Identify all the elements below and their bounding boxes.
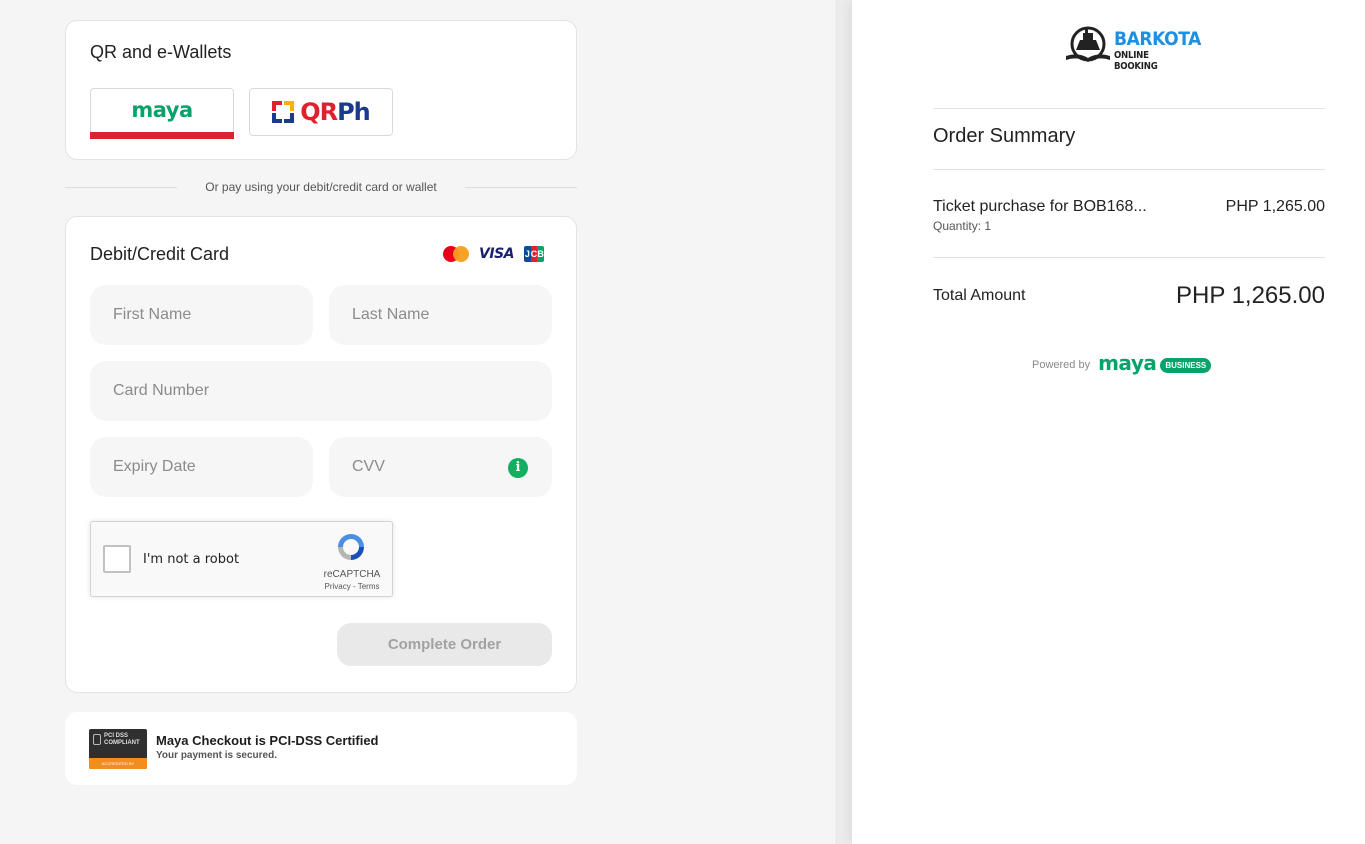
first-name-input[interactable] [90, 285, 313, 345]
recaptcha-icon [338, 534, 364, 560]
cvv-info-icon[interactable]: i [508, 458, 528, 478]
line-item-name: Ticket purchase for BOB168... [933, 198, 1147, 215]
recaptcha-links[interactable]: Privacy - Terms [319, 582, 385, 591]
barkota-logo: BARKOTA ONLINE BOOKING [1066, 26, 1201, 72]
order-summary-title: Order Summary [933, 125, 1076, 147]
wallets-title: QR and e-Wallets [90, 42, 232, 62]
qrph-button[interactable]: QRPh [249, 88, 393, 136]
total-label: Total Amount [933, 287, 1026, 304]
pci-card: PCI DSS COMPLIANT ACCREDITED BY CONTROLC… [65, 712, 577, 785]
barkota-name: BARKOTA [1114, 28, 1201, 50]
or-divider-text: Or pay using your debit/credit card or w… [205, 180, 437, 194]
line-item-quantity: Quantity: 1 [933, 219, 992, 233]
barkota-tagline: ONLINE BOOKING [1114, 50, 1158, 72]
business-badge: BUSINESS [1160, 357, 1212, 373]
visa-icon: VISA [479, 246, 514, 262]
recaptcha-brand: reCAPTCHA [323, 569, 381, 580]
maya-logo: maya [131, 98, 193, 122]
qrph-logo-text: QRPh [300, 98, 371, 126]
card-brands: VISA J C B [443, 246, 544, 262]
total-value: PHP 1,265.00 [1175, 282, 1325, 309]
pci-dss-badge: PCI DSS COMPLIANT ACCREDITED BY CONTROLC… [89, 729, 147, 769]
jcb-icon: J C B [524, 246, 544, 262]
recaptcha-label: I'm not a robot [143, 552, 240, 567]
card-form-title: Debit/Credit Card [90, 244, 230, 264]
ship-icon [1066, 26, 1110, 62]
recaptcha-widget: I'm not a robot reCAPTCHA Privacy - Term… [90, 521, 393, 597]
separator [933, 108, 1325, 109]
maya-wallet-button[interactable]: maya [90, 88, 234, 139]
order-summary-panel: BARKOTA ONLINE BOOKING Order Summary Tic… [852, 0, 1365, 844]
payment-panel: QR and e-Wallets maya QRPh Or pay using … [0, 0, 835, 844]
powered-by: Powered by maya BUSINESS [1032, 351, 1212, 375]
selected-indicator [90, 132, 234, 139]
card-form: Debit/Credit Card VISA J C B i I'm not a… [65, 216, 577, 693]
panel-divider [835, 0, 852, 844]
mastercard-icon [443, 246, 470, 262]
qrph-icon [272, 101, 295, 123]
powered-by-label: Powered by [1032, 359, 1091, 371]
maya-business-logo: maya [1098, 351, 1157, 375]
separator [933, 257, 1325, 258]
pci-subtitle: Your payment is secured. [156, 750, 277, 761]
expiry-date-input[interactable] [90, 437, 313, 497]
pci-title: Maya Checkout is PCI-DSS Certified [156, 733, 379, 748]
last-name-input[interactable] [329, 285, 552, 345]
line-item-price: PHP 1,265.00 [1225, 198, 1325, 215]
wallets-card: QR and e-Wallets maya QRPh [65, 20, 577, 160]
card-number-input[interactable] [90, 361, 552, 421]
complete-order-button[interactable]: Complete Order [337, 623, 552, 666]
recaptcha-checkbox[interactable] [103, 545, 131, 573]
separator [933, 169, 1325, 170]
